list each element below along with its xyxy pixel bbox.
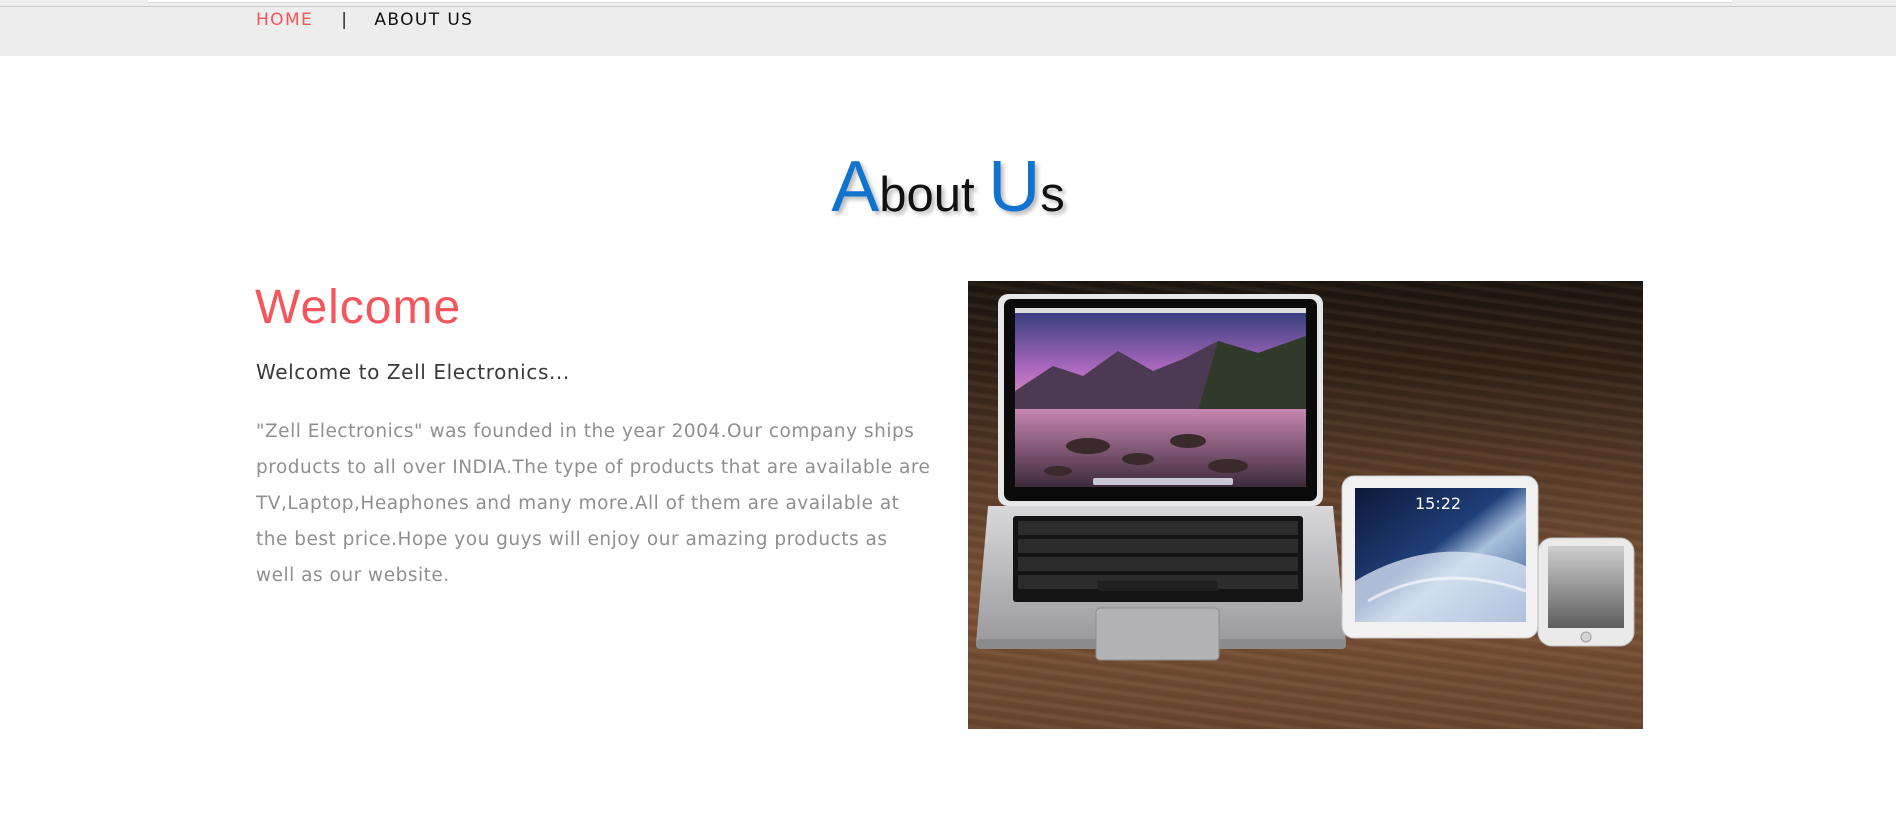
- nav-home-link[interactable]: HOME: [256, 10, 313, 30]
- title-rest-2: s: [1040, 168, 1065, 222]
- title-initial-a: A: [831, 147, 880, 227]
- nav-divider: [0, 6, 1896, 7]
- nav-about-link[interactable]: ABOUT US: [374, 10, 473, 30]
- welcome-heading: Welcome: [255, 281, 462, 334]
- title-initial-u: U: [988, 147, 1041, 227]
- devices-illustration: 15:22: [976, 294, 1635, 661]
- title-rest-1: bout: [879, 168, 989, 222]
- devices-photo: 15:22: [968, 281, 1643, 729]
- page-title: About Us: [0, 146, 1896, 228]
- phone-icon: [1537, 537, 1635, 647]
- page: HOME | ABOUT US About Us Welcome Welcome…: [0, 0, 1896, 818]
- laptop-icon: [976, 294, 1346, 661]
- main-nav: HOME | ABOUT US: [256, 10, 473, 30]
- tablet-clock: 15:22: [1415, 494, 1461, 513]
- tablet-icon: 15:22: [1341, 475, 1539, 639]
- top-strip-border: [148, 2, 1732, 3]
- welcome-paragraph: "Zell Electronics" was founded in the ye…: [256, 421, 931, 586]
- welcome-subheading: Welcome to Zell Electronics...: [256, 360, 570, 384]
- top-nav-bar: HOME | ABOUT US: [0, 0, 1896, 56]
- nav-separator: |: [341, 10, 349, 30]
